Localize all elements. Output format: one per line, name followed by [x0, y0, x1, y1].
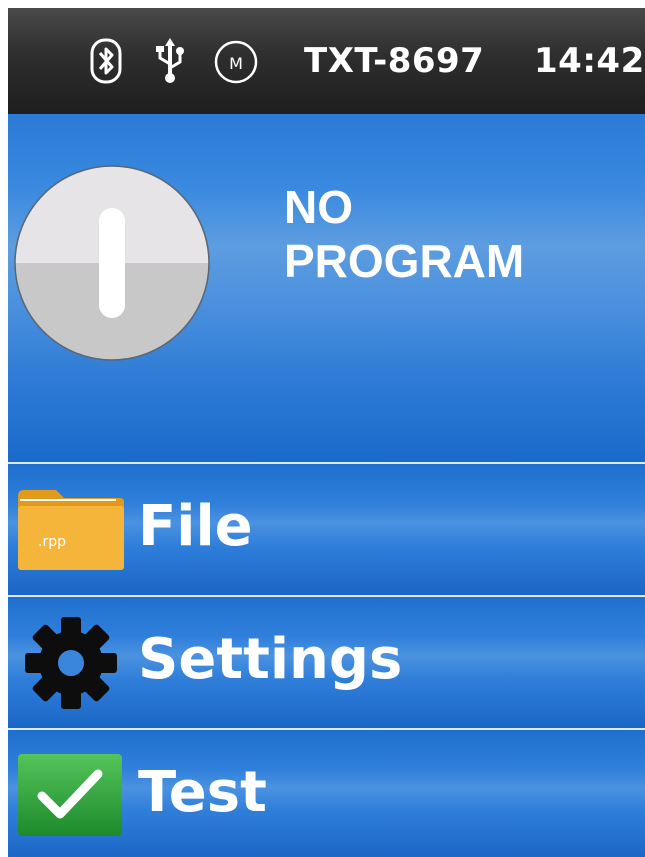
- program-status-line1: NO: [284, 181, 353, 233]
- folder-icon-text: .rpp: [38, 534, 66, 550]
- clock-time: 14:42: [534, 41, 645, 81]
- device-name: TXT-8697: [304, 41, 485, 81]
- menu-item-test[interactable]: Test: [8, 728, 645, 857]
- m-badge-letter: M: [229, 54, 243, 73]
- power-knob-icon[interactable]: [13, 164, 211, 362]
- program-status: NO PROGRAM: [284, 180, 624, 288]
- bluetooth-icon: [90, 38, 122, 84]
- folder-icon: .rpp: [18, 490, 124, 570]
- usb-icon: [156, 38, 184, 83]
- menu-item-label: Settings: [138, 627, 403, 692]
- program-status-line2: PROGRAM: [284, 235, 525, 287]
- m-badge-icon: M: [214, 40, 258, 84]
- checkmark-icon: [18, 754, 122, 836]
- status-bar: M TXT-8697 14:42: [8, 8, 645, 114]
- program-panel: NO PROGRAM: [8, 114, 645, 462]
- screen: M TXT-8697 14:42 NO PROGRAM .rpp File Se…: [8, 8, 645, 857]
- menu-item-settings[interactable]: Settings: [8, 595, 645, 728]
- menu-item-file[interactable]: .rpp File: [8, 462, 645, 595]
- gear-icon: [25, 617, 117, 709]
- menu-item-label: File: [138, 494, 253, 559]
- menu-item-label: Test: [138, 760, 267, 825]
